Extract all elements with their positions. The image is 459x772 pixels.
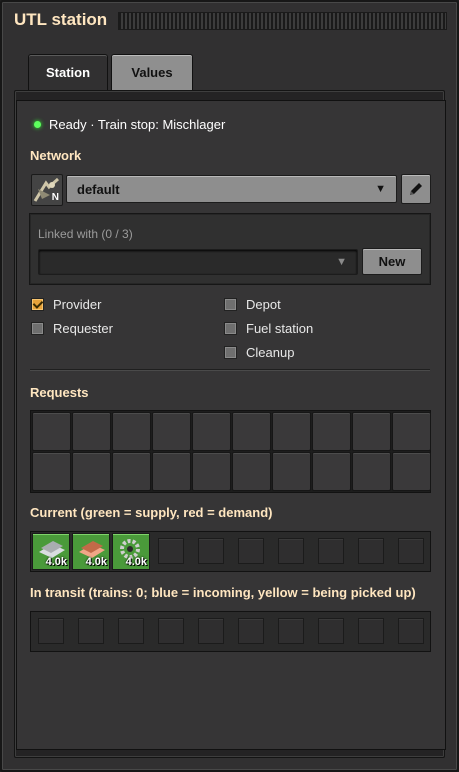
request-slot[interactable] (392, 412, 431, 451)
network-icon[interactable]: N (31, 174, 63, 206)
checkbox-icon[interactable] (224, 346, 237, 359)
request-slot[interactable] (352, 452, 391, 491)
empty-slot (358, 538, 384, 564)
provider-label: Provider (53, 297, 102, 312)
pencil-icon (410, 183, 422, 195)
window-title: UTL station (14, 10, 108, 29)
empty-slot (158, 538, 184, 564)
chevron-down-icon: ▼ (336, 256, 347, 268)
cleanup-checkbox[interactable]: Cleanup (224, 345, 294, 360)
network-icon-letter: N (51, 192, 59, 203)
request-slot[interactable] (272, 412, 311, 451)
request-slot[interactable] (112, 452, 151, 491)
empty-slot (358, 618, 384, 644)
empty-slot (118, 618, 144, 644)
empty-slot (318, 618, 344, 644)
network-selected-value: default (77, 181, 120, 197)
in-transit-label: In transit (trains: 0; blue = incoming, … (30, 585, 416, 600)
in-transit-slot-row (30, 611, 431, 652)
request-slot[interactable] (192, 452, 231, 491)
tab-station[interactable]: Station (28, 54, 108, 90)
request-slot[interactable] (32, 452, 71, 491)
empty-slot (198, 618, 224, 644)
item-amount: 4.0k (85, 556, 107, 568)
item-slot[interactable]: 4.0k (112, 533, 150, 570)
request-slot[interactable] (72, 412, 111, 451)
chevron-down-icon: ▼ (375, 183, 386, 195)
status-text: Ready · Train stop: Mischlager (49, 117, 226, 132)
item-amount: 4.0k (125, 556, 147, 568)
empty-slot (198, 538, 224, 564)
cleanup-label: Cleanup (246, 345, 295, 360)
section-divider (30, 369, 430, 371)
requester-label: Requester (53, 321, 113, 336)
request-slot[interactable] (312, 452, 351, 491)
empty-slot (278, 538, 304, 564)
empty-slot (238, 538, 264, 564)
checkbox-icon[interactable] (224, 298, 237, 311)
request-slot[interactable] (32, 412, 71, 451)
new-link-button[interactable]: New (362, 248, 422, 275)
request-slot[interactable] (392, 452, 431, 491)
title-bar[interactable]: UTL station (2, 2, 457, 40)
checkbox-icon[interactable] (224, 322, 237, 335)
requester-checkbox[interactable]: Requester (31, 321, 113, 336)
checkbox-checked-icon[interactable] (31, 298, 44, 311)
empty-slot (38, 618, 64, 644)
fuel-station-label: Fuel station (246, 321, 314, 336)
empty-slot (398, 538, 424, 564)
request-slot[interactable] (192, 412, 231, 451)
drag-handle[interactable] (118, 12, 447, 30)
utl-station-window: UTL station Station Values Ready · Train… (0, 0, 459, 772)
request-slot[interactable] (232, 412, 271, 451)
tab-values[interactable]: Values (111, 54, 193, 90)
empty-slot (238, 618, 264, 644)
network-dropdown[interactable]: default ▼ (66, 175, 397, 203)
request-slot[interactable] (232, 452, 271, 491)
request-slot[interactable] (272, 452, 311, 491)
linked-with-label: Linked with (0 / 3) (38, 227, 133, 241)
item-amount: 4.0k (45, 556, 67, 568)
request-slot[interactable] (352, 412, 391, 451)
linked-network-dropdown[interactable]: ▼ (38, 249, 358, 275)
depot-checkbox[interactable]: Depot (224, 297, 281, 312)
request-slot[interactable] (72, 452, 111, 491)
request-slot[interactable] (112, 412, 151, 451)
requests-slot-grid (30, 410, 431, 493)
empty-slot (318, 538, 344, 564)
status-indicator-icon (34, 121, 41, 128)
request-slot[interactable] (152, 452, 191, 491)
request-slot[interactable] (152, 412, 191, 451)
current-slot-row: 4.0k 4.0k 4.0k (30, 531, 431, 572)
checkbox-icon[interactable] (31, 322, 44, 335)
requests-label: Requests (30, 385, 89, 400)
item-slot[interactable]: 4.0k (32, 533, 70, 570)
current-label: Current (green = supply, red = demand) (30, 505, 273, 520)
provider-checkbox[interactable]: Provider (31, 297, 101, 312)
network-section-label: Network (30, 148, 82, 163)
depot-label: Depot (246, 297, 281, 312)
status-line: Ready · Train stop: Mischlager (34, 117, 225, 132)
fuel-station-checkbox[interactable]: Fuel station (224, 321, 313, 336)
request-slot[interactable] (312, 412, 351, 451)
empty-slot (278, 618, 304, 644)
empty-slot (158, 618, 184, 644)
edit-network-button[interactable] (401, 174, 431, 204)
empty-slot (78, 618, 104, 644)
item-slot[interactable]: 4.0k (72, 533, 110, 570)
empty-slot (398, 618, 424, 644)
